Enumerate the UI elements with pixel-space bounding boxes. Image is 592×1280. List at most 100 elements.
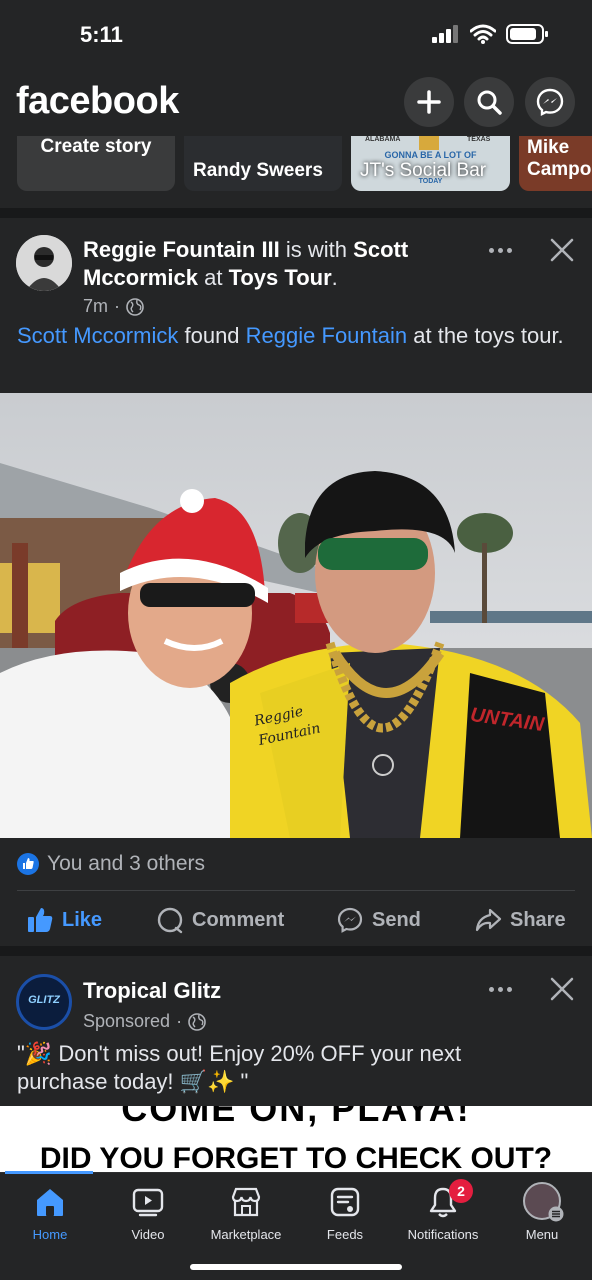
at-text: at xyxy=(204,265,223,290)
caption-text: at the toys tour. xyxy=(413,323,564,348)
sponsored-label[interactable]: Sponsored xyxy=(83,1011,170,1032)
tab-label: Video xyxy=(131,1227,165,1242)
messenger-send-icon xyxy=(337,907,363,933)
sign-bottle xyxy=(419,136,439,150)
sign-text: GONNA BE A LOT OF xyxy=(384,150,477,160)
marketplace-icon xyxy=(231,1187,261,1217)
reaction-summary[interactable]: You and 3 others xyxy=(17,852,205,876)
like-button[interactable]: Like xyxy=(26,906,102,934)
tab-label: Home xyxy=(32,1227,68,1242)
profile-avatar xyxy=(523,1182,564,1222)
period: . xyxy=(331,265,338,290)
ad-text: "🎉 Don't miss out! Enjoy 20% OFF your ne… xyxy=(17,1041,462,1094)
story-label: Randy Sweers xyxy=(193,160,323,181)
status-icons xyxy=(432,24,548,44)
post-actions: Like Comment Send Share xyxy=(0,898,592,942)
author-avatar[interactable] xyxy=(16,235,72,291)
notification-badge: 2 xyxy=(449,1179,473,1203)
signal-icon xyxy=(432,25,458,43)
share-button[interactable]: Share xyxy=(474,906,566,934)
tab-home[interactable]: Home xyxy=(0,1185,100,1242)
comment-button[interactable]: Comment xyxy=(156,906,284,934)
home-icon xyxy=(37,1189,63,1216)
tab-label: Marketplace xyxy=(210,1227,282,1242)
tab-menu[interactable]: Menu xyxy=(492,1182,592,1242)
avatar-image xyxy=(16,235,72,291)
meta-dot: · xyxy=(114,296,121,316)
advertiser-name[interactable]: Tropical Glitz xyxy=(83,978,221,1003)
share-icon xyxy=(475,908,502,932)
place-name[interactable]: Toys Tour xyxy=(229,265,332,290)
status-time: 5:11 xyxy=(80,22,123,47)
send-label: Send xyxy=(372,908,421,931)
ad-image[interactable]: COME ON, PLAYA! DID YOU FORGET TO CHECK … xyxy=(0,1106,592,1172)
menu-badge-icon xyxy=(548,1206,564,1222)
caption-text: found xyxy=(184,323,240,348)
more-options-button[interactable] xyxy=(480,235,520,265)
globe-icon xyxy=(126,297,144,316)
caption-link[interactable]: Scott Mccormick xyxy=(17,323,178,348)
feed-separator xyxy=(0,946,592,956)
plus-icon xyxy=(417,90,441,114)
post-header: Tropical Glitz xyxy=(83,977,221,1005)
feeds-icon xyxy=(330,1187,360,1217)
more-options-button[interactable] xyxy=(480,974,520,1004)
tab-marketplace[interactable]: Marketplace xyxy=(196,1185,296,1242)
wifi-icon xyxy=(470,24,496,44)
tab-feeds[interactable]: Feeds xyxy=(295,1185,395,1242)
facebook-logo[interactable]: facebook xyxy=(16,80,179,123)
like-icon xyxy=(28,908,53,932)
sign-text: TEXAS xyxy=(467,136,491,143)
home-indicator xyxy=(190,1264,402,1270)
story-card-mike-campol[interactable]: Mike Campol xyxy=(519,136,592,191)
action-divider xyxy=(17,890,575,891)
share-label: Share xyxy=(510,908,566,931)
send-button[interactable]: Send xyxy=(336,906,421,934)
story-card-randy-sweers[interactable]: Randy Sweers xyxy=(184,136,342,191)
post-photo[interactable]: Reggie Fountain UNTAIN xyxy=(0,393,592,838)
battery-icon xyxy=(506,24,548,44)
tab-video[interactable]: Video xyxy=(98,1185,198,1242)
caption-link[interactable]: Reggie Fountain xyxy=(246,323,407,348)
avatar-logo-text: GLITZ xyxy=(28,994,60,1006)
close-icon[interactable] xyxy=(547,974,577,1004)
bottom-tab-bar: Home Video Marketplace Feeds 2 Notificat… xyxy=(0,1171,592,1280)
story-card-jts-social-bar[interactable]: ALABAMA TEXAS GONNA BE A LOT OF TODAY JT… xyxy=(351,136,510,191)
tab-label: Notifications xyxy=(407,1227,479,1242)
like-label: Like xyxy=(62,908,103,931)
sponsored-post: GLITZ Tropical Glitz Sponsored · "🎉 Don'… xyxy=(0,956,592,1106)
app-header: facebook xyxy=(0,70,592,136)
search-button[interactable] xyxy=(464,77,514,127)
globe-icon xyxy=(188,1012,206,1031)
messenger-icon xyxy=(536,88,564,116)
comment-icon xyxy=(157,907,183,934)
author-name[interactable]: Reggie Fountain III xyxy=(83,237,280,262)
create-button[interactable] xyxy=(404,77,454,127)
messenger-button[interactable] xyxy=(525,77,575,127)
feed-separator xyxy=(0,208,592,218)
reaction-text: You and 3 others xyxy=(47,852,206,875)
post-meta: Sponsored · xyxy=(83,1011,206,1032)
search-icon xyxy=(477,90,502,115)
stories-tray: Create story Randy Sweers ALABAMA TEXAS … xyxy=(0,136,592,208)
tab-label: Menu xyxy=(525,1227,559,1242)
create-story-card[interactable]: Create story xyxy=(17,136,175,191)
post-meta: 7m · xyxy=(83,296,144,317)
active-tab-indicator xyxy=(5,1171,93,1174)
video-icon xyxy=(132,1188,164,1217)
ad-banner-line2: DID YOU FORGET TO CHECK OUT? xyxy=(39,1142,553,1172)
with-text: is with xyxy=(285,237,348,262)
post-header: Reggie Fountain III is with Scott Mccorm… xyxy=(83,236,463,292)
post-time[interactable]: 7m xyxy=(83,296,108,317)
advertiser-avatar[interactable]: GLITZ xyxy=(16,974,72,1030)
ad-banner-line1: COME ON, PLAYA! xyxy=(121,1106,471,1129)
meta-dot: · xyxy=(176,1011,183,1031)
post-caption: Scott Mccormick found Reggie Fountain at… xyxy=(17,322,577,350)
like-reaction-icon xyxy=(17,853,39,875)
story-label: Mike Campol xyxy=(527,137,592,180)
tab-label: Feeds xyxy=(326,1227,364,1242)
sign-text: ALABAMA xyxy=(365,136,401,143)
story-label: Create story xyxy=(40,136,152,157)
close-icon[interactable] xyxy=(547,235,577,265)
tab-notifications[interactable]: 2 Notifications xyxy=(393,1179,493,1242)
